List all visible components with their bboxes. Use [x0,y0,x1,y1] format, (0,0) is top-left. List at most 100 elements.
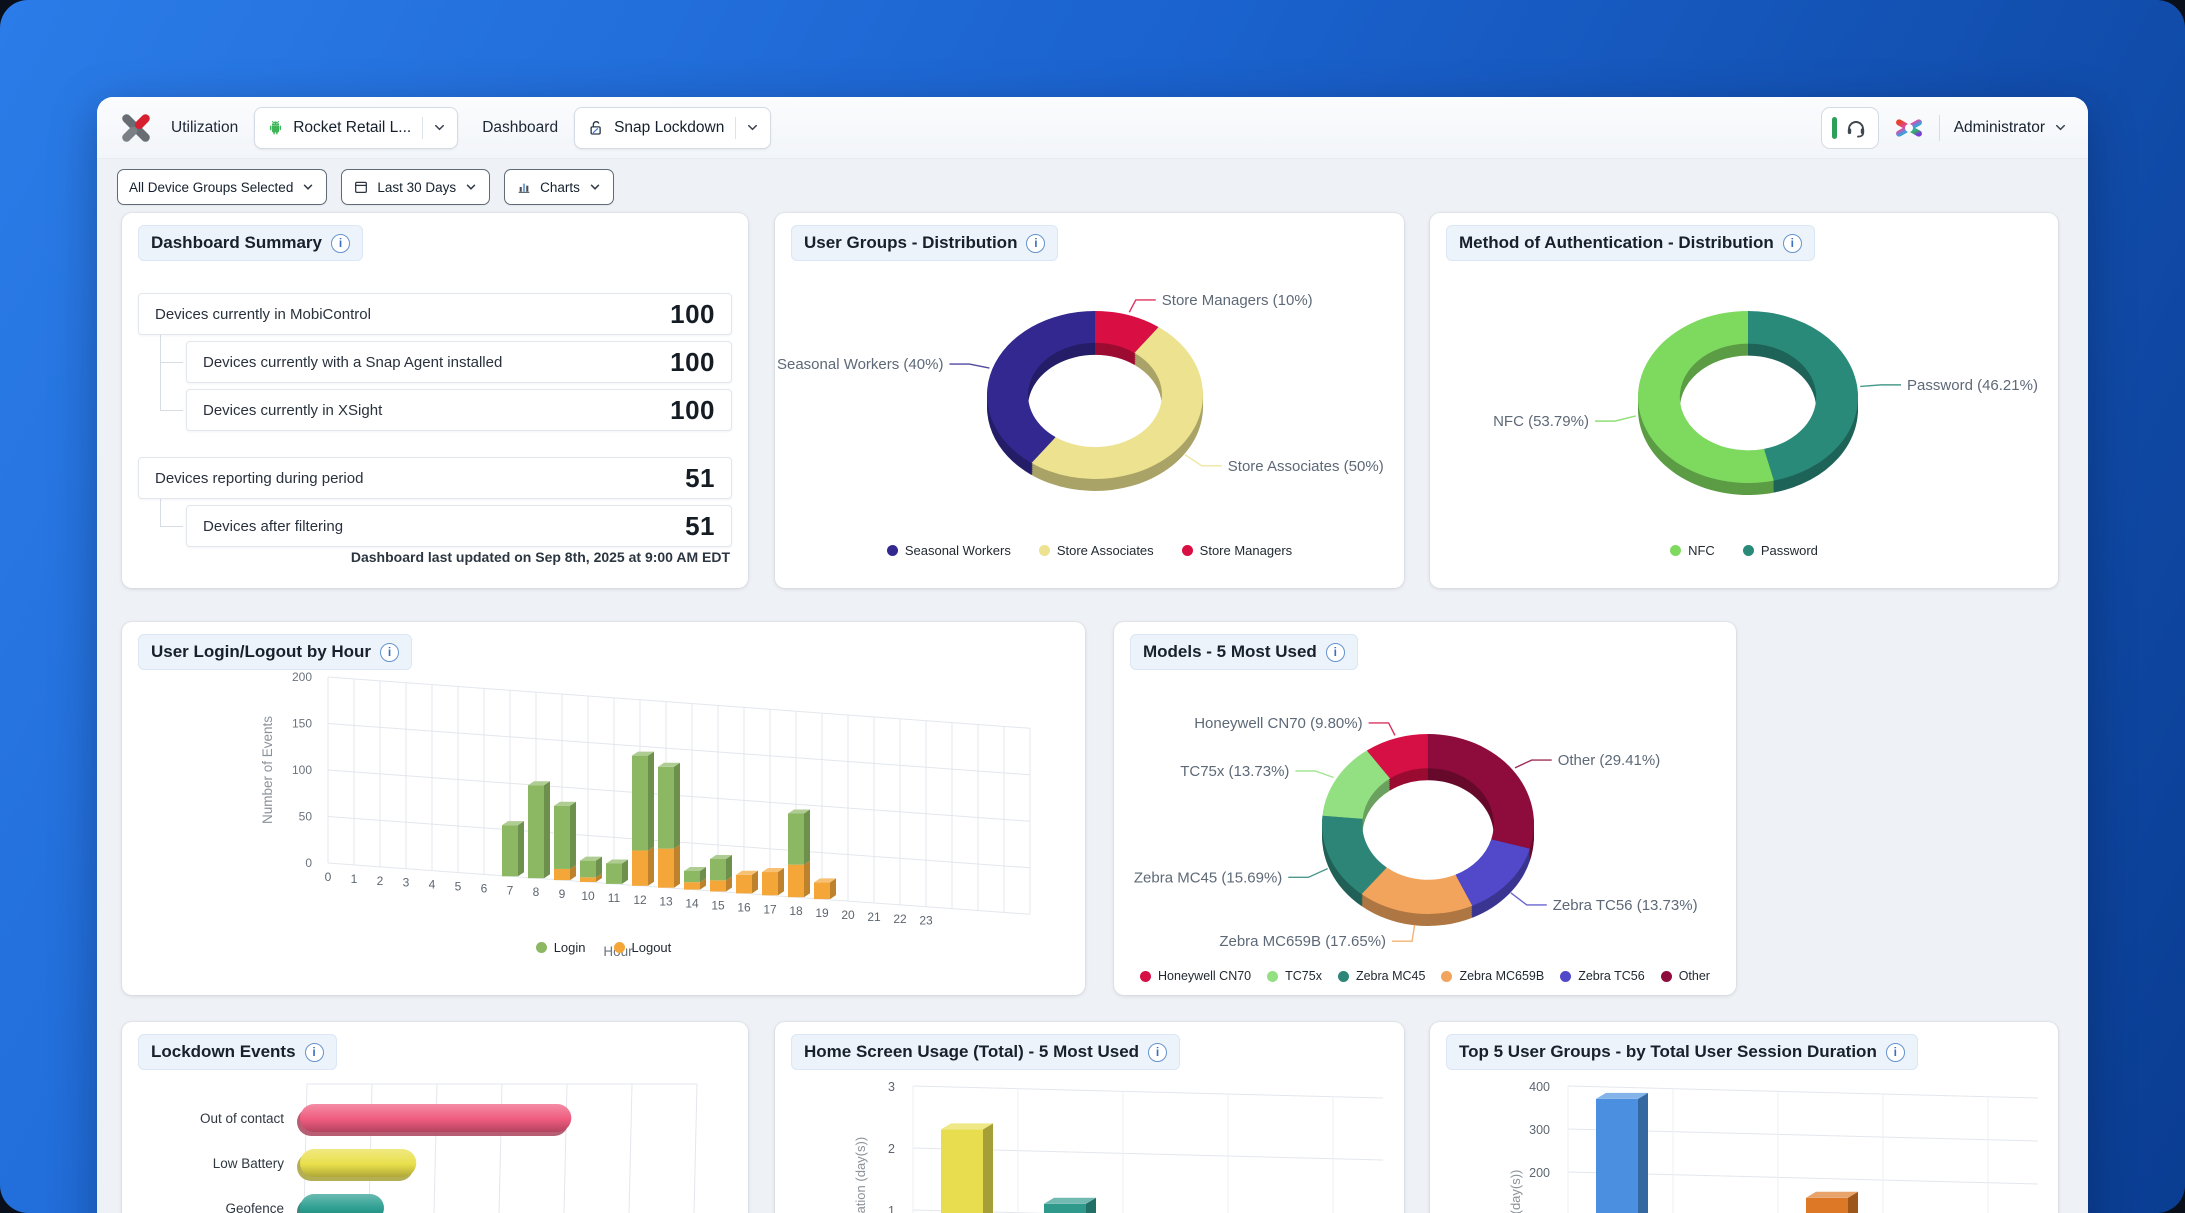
info-icon[interactable]: i [1886,1043,1905,1062]
svg-text:13: 13 [659,895,673,909]
legend-dot-icon [1661,971,1672,982]
tree-connector [160,499,183,527]
chevron-down-icon [588,180,602,194]
ai-assistant-icon[interactable] [1893,112,1925,144]
user-menu[interactable]: Administrator [1954,119,2068,137]
dashboard-selector[interactable]: Snap Lockdown [574,107,771,149]
info-icon[interactable]: i [331,234,350,253]
svg-text:3: 3 [888,1080,895,1094]
legend-label: Zebra MC45 [1356,969,1425,983]
svg-text:200: 200 [292,670,312,684]
svg-text:4: 4 [429,878,436,892]
support-chat-button[interactable] [1821,107,1879,149]
card-title: Dashboard Summary i [138,225,363,261]
legend-item[interactable]: Zebra TC56 [1560,969,1644,983]
svg-text:16: 16 [737,900,751,914]
chart-legend[interactable]: Honeywell CN70 TC75x Zebra MC45 Zebra MC659… [1114,969,1736,983]
svg-text:300: 300 [1529,1123,1550,1137]
legend-item[interactable]: Zebra MC659B [1441,969,1544,983]
lockdown-events-bar-chart: Out of contactLow BatteryGeofence [132,1058,748,1213]
svg-text:15: 15 [711,899,725,913]
legend-label: Store Managers [1200,543,1293,558]
legend-item[interactable]: Store Associates [1039,543,1154,558]
card-title: Lockdown Events i [138,1034,337,1070]
svg-text:11: 11 [608,891,621,905]
legend-item[interactable]: Zebra MC45 [1338,969,1425,983]
svg-text:0: 0 [325,870,332,884]
legend-dot-icon [536,942,547,953]
svg-text:17: 17 [763,902,777,916]
chevron-down-icon [745,120,760,135]
svg-text:Zebra MC45 (15.69%): Zebra MC45 (15.69%) [1134,869,1282,886]
nav-label-utilization[interactable]: Utilization [171,119,238,137]
card-home-screen-usage: Home Screen Usage (Total) - 5 Most Used … [775,1022,1404,1213]
info-icon[interactable]: i [1148,1043,1167,1062]
info-icon[interactable]: i [1326,643,1345,662]
info-icon[interactable]: i [380,643,399,662]
svg-text:50: 50 [299,810,313,824]
tree-connector [160,335,183,411]
tenant-selector-value: Rocket Retail L... [293,119,411,137]
summary-row-label: Devices currently in MobiControl [155,306,371,323]
headset-icon [1844,116,1868,140]
legend-label: Logout [632,940,672,955]
svg-text:Number of Events: Number of Events [260,716,275,824]
legend-item[interactable]: Password [1743,543,1818,558]
summary-row: Devices currently in MobiControl 100 [138,293,732,335]
legend-item[interactable]: Store Managers [1182,543,1293,558]
summary-row-value: 100 [670,299,715,330]
legend-dot-icon [1670,545,1681,556]
xsight-logo-icon [117,109,155,147]
card-title-text: User Login/Logout by Hour [151,642,371,662]
svg-text:1: 1 [351,872,358,886]
svg-text:150: 150 [292,717,312,731]
summary-row-value: 51 [685,463,715,494]
svg-text:0: 0 [305,856,312,870]
card-dashboard-summary: Dashboard Summary i Devices currently in… [122,213,748,588]
svg-text:Honeywell CN70 (9.80%): Honeywell CN70 (9.80%) [1194,715,1362,732]
date-range-filter[interactable]: Last 30 Days [341,169,490,205]
card-user-groups-distribution: User Groups - Distribution i Seasonal Wo… [775,213,1404,588]
summary-row: Devices currently with a Snap Agent inst… [186,341,732,383]
info-icon[interactable]: i [305,1043,324,1062]
card-title: User Login/Logout by Hour i [138,634,412,670]
card-title-text: Models - 5 Most Used [1143,642,1317,662]
chart-legend[interactable]: Seasonal Workers Store Associates Store Ma… [775,543,1404,558]
card-models-most-used: Models - 5 Most Used i Honeywell CN70 (9… [1114,622,1736,995]
svg-text:22: 22 [893,912,907,926]
svg-text:TC75x (13.73%): TC75x (13.73%) [1180,763,1289,780]
summary-row: Devices currently in XSight 100 [186,389,732,431]
legend-item[interactable]: Logout [614,940,672,955]
svg-text:Time (day(s)): Time (day(s)) [1508,1170,1523,1213]
device-groups-filter[interactable]: All Device Groups Selected [117,169,327,205]
info-icon[interactable]: i [1026,234,1045,253]
legend-item[interactable]: Other [1661,969,1710,983]
info-icon[interactable]: i [1783,234,1802,253]
svg-text:23: 23 [919,914,933,928]
card-title-text: Top 5 User Groups - by Total User Sessio… [1459,1042,1877,1062]
svg-text:Screen Duration (day(s)): Screen Duration (day(s)) [853,1137,868,1213]
card-title: Home Screen Usage (Total) - 5 Most Used … [791,1034,1180,1070]
legend-item[interactable]: NFC [1670,543,1715,558]
summary-row-label: Devices currently in XSight [203,402,382,419]
chart-legend[interactable]: NFC Password [1430,543,2058,558]
device-groups-value: All Device Groups Selected [129,180,293,195]
legend-item[interactable]: Seasonal Workers [887,543,1011,558]
legend-item[interactable]: TC75x [1267,969,1322,983]
svg-text:2: 2 [888,1142,895,1156]
user-groups-donut-chart: Seasonal Workers (40%)Store Associates (… [775,213,1404,588]
svg-text:Zebra TC56 (13.73%): Zebra TC56 (13.73%) [1553,897,1698,914]
chart-legend[interactable]: Login Logout [122,940,1085,955]
tenant-selector[interactable]: Rocket Retail L... [254,107,458,149]
legend-item[interactable]: Honeywell CN70 [1140,969,1251,983]
svg-text:3: 3 [403,876,410,890]
svg-text:5: 5 [455,880,462,894]
legend-item[interactable]: Login [536,940,586,955]
summary-row: Devices after filtering 51 [186,505,732,547]
svg-text:100: 100 [292,763,312,777]
nav-label-dashboard[interactable]: Dashboard [482,119,558,137]
legend-dot-icon [614,942,625,953]
dashboard-selector-value: Snap Lockdown [614,119,724,137]
view-mode-filter[interactable]: Charts [504,169,614,205]
svg-text:7: 7 [507,883,514,897]
